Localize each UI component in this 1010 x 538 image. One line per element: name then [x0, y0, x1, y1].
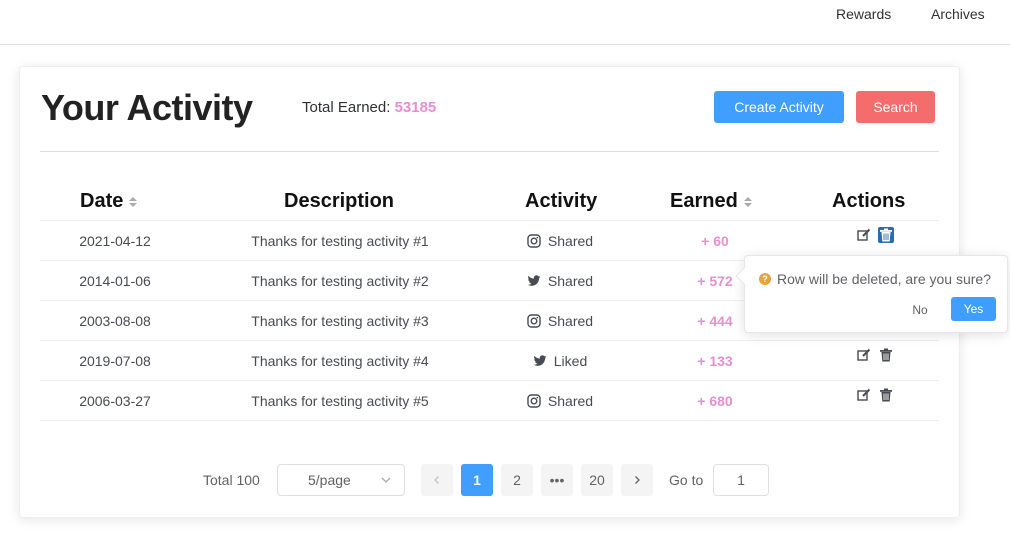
twitter-icon — [533, 354, 547, 368]
column-date[interactable]: Date — [80, 190, 138, 213]
total-earned-label: Total Earned: — [302, 99, 395, 116]
activity-label: Liked — [553, 352, 588, 369]
cell-description: Thanks for testing activity #3 — [251, 312, 429, 329]
cell-actions — [800, 215, 950, 254]
warning-icon: ? — [759, 273, 771, 285]
cell-date: 2014-01-06 — [79, 272, 151, 289]
sort-icon[interactable] — [129, 196, 138, 207]
table-row: 2006-03-27 Thanks for testing activity #… — [40, 381, 939, 421]
page-size-select[interactable]: 5/page — [277, 464, 405, 496]
cell-earned: + 680 — [697, 392, 733, 409]
delete-popconfirm: ? Row will be deleted, are you sure? No … — [735, 255, 1008, 333]
nav-archives[interactable]: Archives — [931, 6, 985, 22]
popconfirm-message: ? Row will be deleted, are you sure? — [759, 271, 991, 287]
cell-earned: + 133 — [697, 352, 733, 369]
activity-label: Shared — [547, 392, 594, 409]
next-page-button[interactable] — [621, 464, 653, 496]
instagram-icon — [527, 313, 541, 328]
search-button[interactable]: Search — [856, 91, 935, 123]
cell-date: 2021-04-12 — [79, 232, 151, 249]
column-actions-label: Actions — [832, 190, 906, 212]
top-nav: Rewards Archives — [0, 0, 1010, 45]
popconfirm-text: Row will be deleted, are you sure? — [777, 271, 992, 287]
cancel-button[interactable]: No — [905, 298, 935, 322]
activity-label: Shared — [547, 312, 594, 329]
chevron-right-icon — [635, 476, 640, 484]
total-earned: Total Earned: 53185 — [302, 99, 436, 116]
column-actions: Actions — [832, 190, 905, 213]
column-activity-label: Activity — [525, 190, 598, 212]
cell-activity: Shared — [480, 221, 640, 260]
cell-description: Thanks for testing activity #5 — [251, 392, 429, 409]
more-pages-button[interactable]: ••• — [541, 464, 573, 496]
page-size-value: 5/page — [308, 472, 351, 488]
trash-icon[interactable] — [878, 347, 894, 363]
total-earned-value: 53185 — [394, 99, 437, 116]
trash-icon[interactable] — [878, 226, 894, 243]
column-earned[interactable]: Earned — [670, 190, 752, 213]
column-description-label: Description — [284, 190, 395, 212]
sort-icon[interactable] — [743, 196, 752, 207]
edit-icon[interactable] — [856, 227, 872, 243]
cell-activity: Liked — [480, 341, 640, 380]
page-button[interactable]: 1 — [461, 464, 493, 496]
prev-page-button[interactable] — [421, 464, 453, 496]
column-description: Description — [284, 190, 394, 213]
instagram-icon — [527, 393, 541, 408]
cell-date: 2006-03-27 — [79, 392, 151, 409]
goto-label: Go to — [669, 472, 704, 488]
chevron-left-icon — [434, 476, 439, 484]
cell-actions — [800, 375, 950, 414]
edit-icon[interactable] — [856, 347, 872, 363]
cell-date: 2019-07-08 — [79, 352, 151, 369]
create-activity-button[interactable]: Create Activity — [714, 91, 844, 123]
column-earned-label: Earned — [670, 190, 738, 212]
page-button[interactable]: 2 — [501, 464, 533, 496]
cell-description: Thanks for testing activity #2 — [251, 272, 429, 289]
cell-description: Thanks for testing activity #1 — [251, 232, 429, 249]
goto-page-input[interactable] — [713, 464, 769, 496]
cell-activity: Shared — [480, 301, 640, 340]
twitter-icon — [527, 274, 541, 288]
pagination: Total 100 5/page 1 2 ••• 20 Go to — [20, 464, 961, 496]
pagination-total: Total 100 — [203, 472, 260, 488]
column-date-label: Date — [80, 190, 124, 212]
activity-label: Shared — [547, 232, 594, 249]
edit-icon[interactable] — [856, 387, 872, 403]
trash-icon[interactable] — [878, 387, 894, 403]
page-button[interactable]: 20 — [581, 464, 613, 496]
activity-label: Shared — [547, 272, 594, 289]
column-activity: Activity — [525, 190, 597, 213]
cell-date: 2003-08-08 — [79, 312, 151, 329]
cell-actions — [800, 335, 950, 374]
cell-activity: Shared — [480, 381, 640, 420]
divider — [40, 151, 939, 152]
cell-description: Thanks for testing activity #4 — [251, 352, 429, 369]
cell-activity: Shared — [480, 261, 640, 300]
nav-rewards[interactable]: Rewards — [836, 6, 891, 22]
chevron-down-icon — [381, 477, 391, 483]
confirm-button[interactable]: Yes — [951, 297, 996, 321]
page-title: Your Activity — [41, 87, 253, 128]
instagram-icon — [527, 233, 541, 248]
